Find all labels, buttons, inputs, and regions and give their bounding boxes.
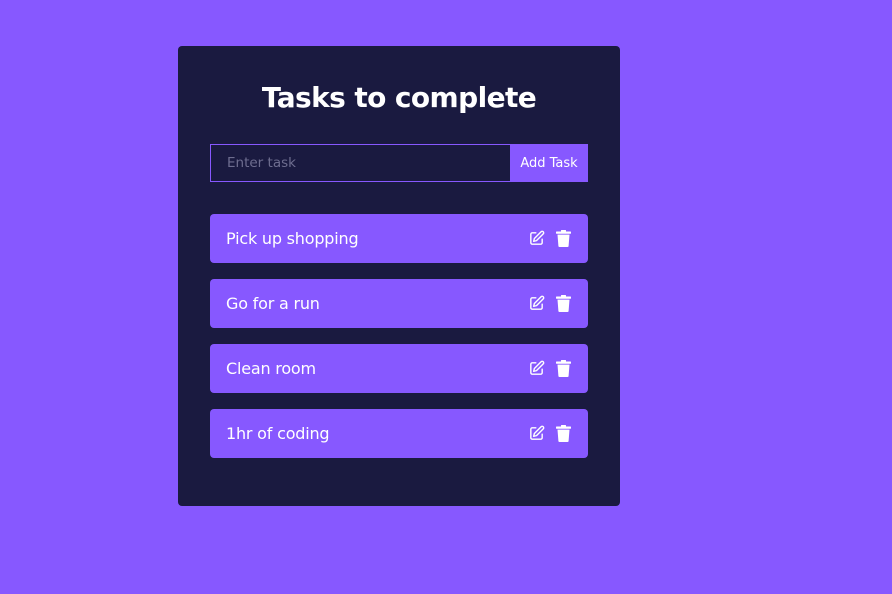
- trash-icon[interactable]: [555, 295, 572, 312]
- task-list: Pick up shopping Go for a run Clean room…: [210, 214, 588, 474]
- add-task-button[interactable]: Add Task: [510, 144, 588, 182]
- trash-icon[interactable]: [555, 360, 572, 377]
- task-item: 1hr of coding: [210, 409, 588, 458]
- task-item: Pick up shopping: [210, 214, 588, 263]
- task-text[interactable]: 1hr of coding: [226, 424, 330, 443]
- task-input[interactable]: [210, 144, 510, 182]
- task-actions: [528, 425, 572, 442]
- page-title: Tasks to complete: [261, 81, 537, 114]
- edit-icon[interactable]: [528, 425, 545, 442]
- trash-icon[interactable]: [555, 425, 572, 442]
- task-actions: [528, 360, 572, 377]
- edit-icon[interactable]: [528, 360, 545, 377]
- task-text[interactable]: Pick up shopping: [226, 229, 359, 248]
- trash-icon[interactable]: [555, 230, 572, 247]
- edit-icon[interactable]: [528, 230, 545, 247]
- task-actions: [528, 230, 572, 247]
- todo-card: Tasks to complete Add Task Pick up shopp…: [178, 46, 620, 506]
- edit-icon[interactable]: [528, 295, 545, 312]
- task-item: Go for a run: [210, 279, 588, 328]
- add-task-form: Add Task: [210, 144, 588, 182]
- task-item: Clean room: [210, 344, 588, 393]
- task-actions: [528, 295, 572, 312]
- task-text[interactable]: Go for a run: [226, 294, 320, 313]
- task-text[interactable]: Clean room: [226, 359, 316, 378]
